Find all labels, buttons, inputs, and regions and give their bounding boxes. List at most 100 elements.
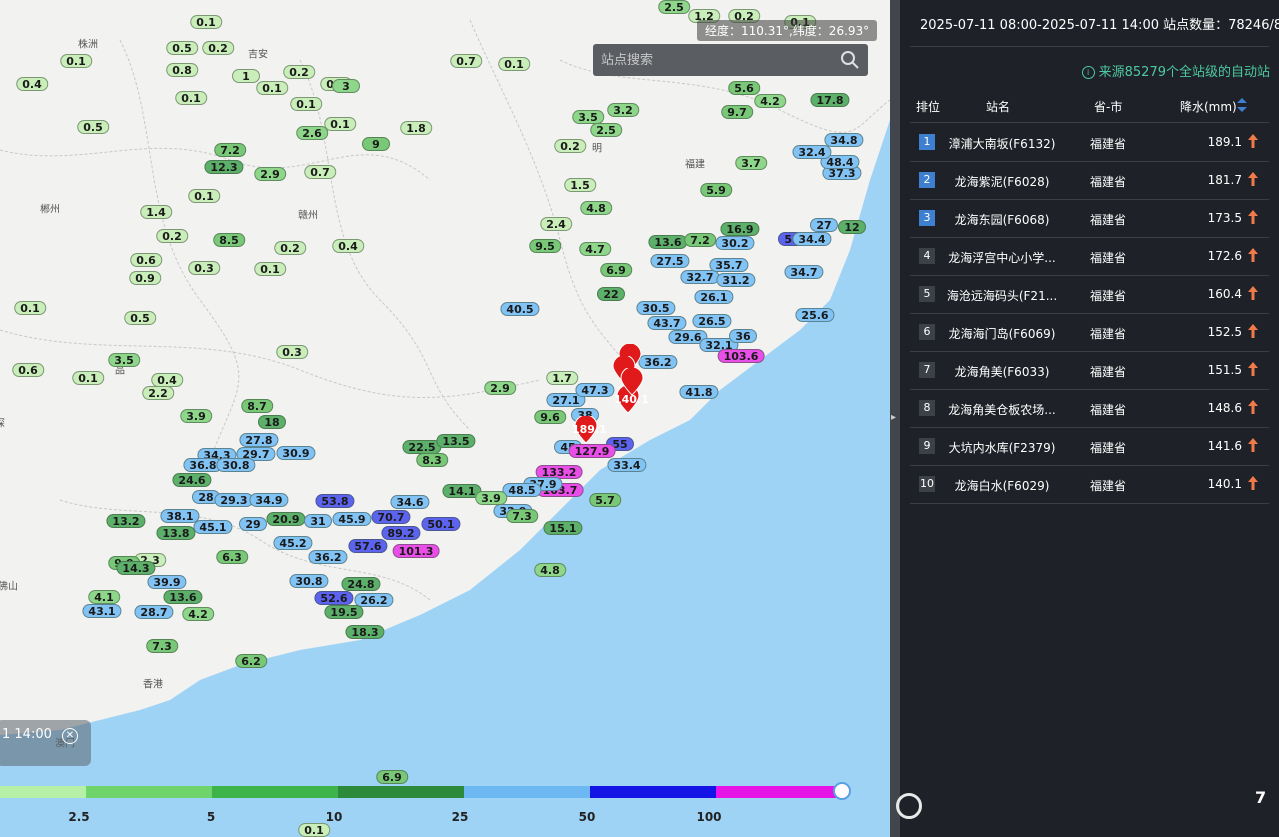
station-marker[interactable]: 7.2: [684, 233, 716, 247]
search-icon[interactable]: [840, 50, 860, 70]
station-marker[interactable]: 30.8: [216, 458, 256, 472]
station-marker[interactable]: 26.5: [692, 314, 732, 328]
station-marker[interactable]: 0.1: [190, 15, 222, 29]
station-marker[interactable]: 13.6: [648, 235, 688, 249]
station-marker[interactable]: 13.6: [163, 590, 203, 604]
station-marker[interactable]: 22: [597, 287, 625, 301]
station-marker[interactable]: 2.4: [540, 217, 572, 231]
station-marker[interactable]: 30.9: [276, 446, 316, 460]
station-marker[interactable]: 3.9: [475, 491, 507, 505]
station-marker[interactable]: 33.4: [607, 458, 647, 472]
station-marker[interactable]: 103.6: [717, 349, 765, 363]
station-marker[interactable]: 2.2: [142, 386, 174, 400]
station-marker[interactable]: 31: [304, 514, 332, 528]
station-marker[interactable]: 0.9: [129, 271, 161, 285]
station-marker[interactable]: 3.5: [572, 110, 604, 124]
station-marker[interactable]: 53.8: [315, 494, 355, 508]
station-marker[interactable]: 3.2: [607, 103, 639, 117]
station-marker[interactable]: 4.8: [580, 201, 612, 215]
station-marker[interactable]: 3: [332, 79, 360, 93]
close-icon[interactable]: ✕: [62, 728, 78, 744]
station-marker[interactable]: 0.3: [188, 261, 220, 275]
station-marker[interactable]: 3.5: [108, 353, 140, 367]
station-marker[interactable]: 0.2: [202, 41, 234, 55]
station-marker[interactable]: 0.1: [14, 301, 46, 315]
station-marker[interactable]: 9.5: [529, 239, 561, 253]
station-marker[interactable]: 28.7: [134, 605, 174, 619]
station-marker[interactable]: 43.7: [647, 316, 687, 330]
station-marker[interactable]: 34.6: [390, 495, 430, 509]
station-marker[interactable]: 24.6: [172, 473, 212, 487]
table-row[interactable]: 8 龙海角美仓板农场... 福建省 148.6: [910, 390, 1269, 428]
station-marker[interactable]: 34.7: [784, 265, 824, 279]
station-marker[interactable]: 9: [362, 137, 390, 151]
station-marker[interactable]: 27.5: [650, 254, 690, 268]
station-marker[interactable]: 1: [232, 69, 260, 83]
station-marker[interactable]: 40.5: [500, 302, 540, 316]
station-marker[interactable]: 0.2: [554, 139, 586, 153]
table-row[interactable]: 9 大坑内水库(F2379) 福建省 141.6: [910, 428, 1269, 466]
station-marker[interactable]: 9.6: [534, 410, 566, 424]
station-marker[interactable]: 101.3: [392, 544, 440, 558]
station-marker[interactable]: 0.1: [60, 54, 92, 68]
table-row[interactable]: 3 龙海东园(F6068) 福建省 173.5: [910, 200, 1269, 238]
station-marker[interactable]: 8.7: [241, 399, 273, 413]
table-row[interactable]: 10 龙海白水(F6029) 福建省 140.1: [910, 466, 1269, 504]
station-marker[interactable]: 0.5: [124, 311, 156, 325]
station-marker[interactable]: 1.7: [546, 371, 578, 385]
station-marker[interactable]: 19.5: [324, 605, 364, 619]
station-marker[interactable]: 35.7: [709, 258, 749, 272]
station-marker[interactable]: 31.2: [716, 273, 756, 287]
station-marker[interactable]: 0.4: [16, 77, 48, 91]
station-marker[interactable]: 29.3: [214, 493, 254, 507]
station-marker[interactable]: 5.6: [728, 81, 760, 95]
station-marker[interactable]: 5.7: [589, 493, 621, 507]
station-marker[interactable]: 7.3: [506, 509, 538, 523]
legend-slider-handle[interactable]: [833, 782, 851, 800]
station-marker[interactable]: 0.8: [166, 63, 198, 77]
station-marker[interactable]: 36.2: [638, 355, 678, 369]
station-marker[interactable]: 18.3: [345, 625, 385, 639]
station-marker[interactable]: 2.9: [254, 167, 286, 181]
station-marker[interactable]: 17.8: [810, 93, 850, 107]
station-marker[interactable]: 0.1: [254, 262, 286, 276]
station-marker[interactable]: 12.3: [204, 160, 244, 174]
station-marker[interactable]: 0.4: [332, 239, 364, 253]
station-marker[interactable]: 41.8: [679, 385, 719, 399]
table-row[interactable]: 5 海沧远海码头(F21... 福建省 160.4: [910, 276, 1269, 314]
station-marker[interactable]: 2.6: [296, 126, 328, 140]
top-station-pin[interactable]: 189.1: [572, 414, 607, 444]
station-marker[interactable]: 30.5: [636, 301, 676, 315]
station-marker[interactable]: 52.6: [314, 591, 354, 605]
station-marker[interactable]: 1.8: [400, 121, 432, 135]
station-marker[interactable]: 26.1: [694, 290, 734, 304]
station-marker[interactable]: 26.2: [354, 593, 394, 607]
station-marker[interactable]: 89.2: [381, 526, 421, 540]
station-marker[interactable]: 1.4: [140, 205, 172, 219]
station-marker[interactable]: 38.1: [160, 509, 200, 523]
station-marker[interactable]: 127.9: [568, 444, 616, 458]
station-marker[interactable]: 0.3: [276, 345, 308, 359]
station-marker[interactable]: 0.4: [151, 373, 183, 387]
station-marker[interactable]: 16.9: [720, 222, 760, 236]
map-view[interactable]: 株洲吉安郴州赣州福建明品深香港澳门佛山 0.12.51.20.20.10.50.…: [0, 0, 890, 837]
panel-divider[interactable]: ▸: [890, 0, 900, 837]
station-marker[interactable]: 7.3: [146, 639, 178, 653]
station-marker[interactable]: 39.9: [147, 575, 187, 589]
sort-icon[interactable]: [1236, 97, 1248, 113]
station-marker[interactable]: 3.7: [735, 156, 767, 170]
station-marker[interactable]: 6.9: [376, 770, 408, 784]
station-marker[interactable]: 0.2: [156, 229, 188, 243]
station-marker[interactable]: 0.2: [274, 241, 306, 255]
station-marker[interactable]: 6.2: [235, 654, 267, 668]
station-marker[interactable]: 43.1: [82, 604, 122, 618]
station-marker[interactable]: 30.2: [715, 236, 755, 250]
station-marker[interactable]: 4.2: [754, 94, 786, 108]
station-marker[interactable]: 13.2: [106, 514, 146, 528]
station-marker[interactable]: 25.6: [795, 308, 835, 322]
table-row[interactable]: 1 漳浦大南坂(F6132) 福建省 189.1: [910, 124, 1269, 162]
collapse-arrow-icon[interactable]: ▸: [891, 412, 896, 423]
station-marker[interactable]: 0.7: [304, 165, 336, 179]
station-marker[interactable]: 45.1: [193, 520, 233, 534]
station-marker[interactable]: 32.4: [792, 145, 832, 159]
